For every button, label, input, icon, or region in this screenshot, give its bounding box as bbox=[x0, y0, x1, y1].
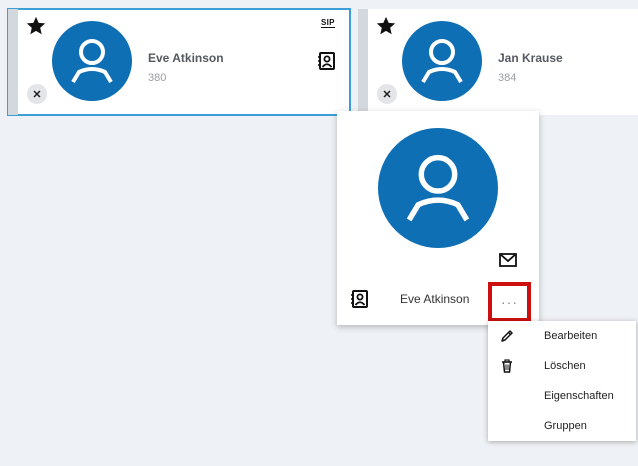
menu-item-label: Eigenschaften bbox=[544, 390, 614, 402]
contact-card-icon[interactable] bbox=[318, 52, 336, 70]
person-icon bbox=[421, 39, 463, 84]
pencil-icon bbox=[501, 330, 513, 342]
contact-card-icon[interactable] bbox=[351, 290, 369, 308]
context-menu: Bearbeiten Löschen Eigenschaften Gruppen bbox=[488, 321, 636, 441]
mail-icon[interactable] bbox=[499, 253, 517, 267]
menu-item-edit[interactable]: Bearbeiten bbox=[488, 321, 636, 351]
menu-item-label: Bearbeiten bbox=[544, 330, 598, 342]
popup-contact-name: Eve Atkinson bbox=[400, 292, 470, 306]
person-icon bbox=[406, 154, 470, 222]
avatar bbox=[52, 21, 132, 101]
remove-button[interactable]: ✕ bbox=[377, 84, 397, 104]
star-icon[interactable] bbox=[25, 15, 47, 37]
menu-item-groups[interactable]: Gruppen bbox=[488, 411, 636, 441]
menu-item-label: Löschen bbox=[544, 360, 586, 372]
menu-item-properties[interactable]: Eigenschaften bbox=[488, 381, 636, 411]
contact-card-eve[interactable]: Eve Atkinson 380 ✕ SIP bbox=[7, 8, 351, 116]
card-stripe bbox=[8, 9, 18, 115]
contact-name: Jan Krause bbox=[498, 51, 563, 65]
person-icon bbox=[71, 39, 113, 84]
star-icon[interactable] bbox=[375, 15, 397, 37]
more-options-button[interactable]: ··· bbox=[488, 282, 531, 322]
contact-extension: 384 bbox=[498, 72, 517, 84]
avatar-large bbox=[378, 128, 498, 248]
close-icon: ✕ bbox=[382, 88, 392, 101]
menu-item-label: Gruppen bbox=[544, 420, 587, 432]
menu-item-delete[interactable]: Löschen bbox=[488, 351, 636, 381]
contact-extension: 380 bbox=[148, 72, 167, 84]
contact-popup: Eve Atkinson ··· bbox=[337, 111, 539, 325]
avatar bbox=[402, 21, 482, 101]
trash-icon bbox=[502, 359, 512, 373]
card-stripe bbox=[358, 9, 368, 115]
contact-card-jan[interactable]: Jan Krause 384 ✕ bbox=[358, 9, 638, 115]
close-icon: ✕ bbox=[32, 88, 42, 101]
ellipsis-icon: ··· bbox=[501, 294, 518, 310]
remove-button[interactable]: ✕ bbox=[27, 84, 47, 104]
sip-badge: SIP bbox=[321, 18, 335, 28]
contact-name: Eve Atkinson bbox=[148, 51, 224, 65]
